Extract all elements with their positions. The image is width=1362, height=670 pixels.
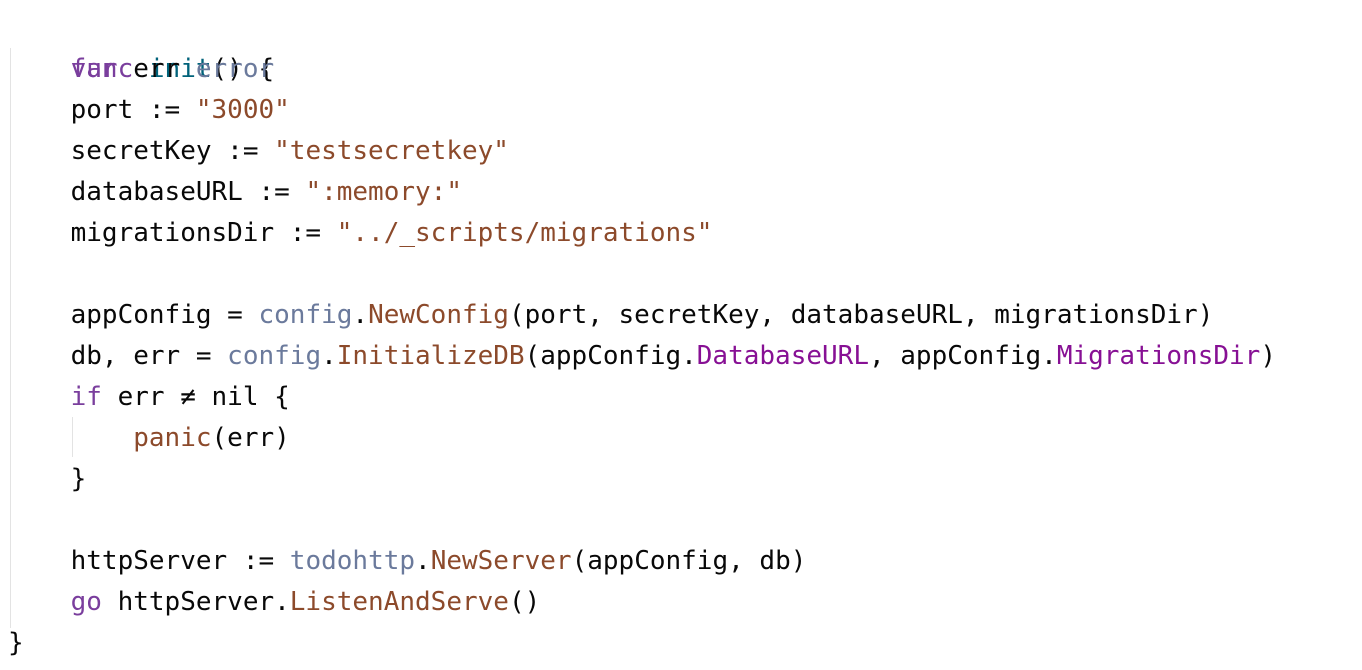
- identifier: migrationsDir: [70, 218, 275, 248]
- code-editor[interactable]: func init() { var err error port := "300…: [0, 0, 1362, 670]
- package-name: config: [227, 341, 322, 371]
- code-line-16: }: [8, 623, 24, 664]
- code-line-8: appConfig = config.NewConfig(port, secre…: [70, 300, 1214, 330]
- call-args: (): [508, 587, 541, 617]
- closing-brace: }: [70, 464, 87, 494]
- call-args: ): [1260, 341, 1276, 371]
- code-line-14: httpServer := todohttp.NewServer(appConf…: [70, 546, 807, 576]
- keyword-go: go: [70, 587, 102, 617]
- call-args: (err): [211, 423, 290, 453]
- function-call: NewConfig: [368, 300, 509, 330]
- package-name: config: [258, 300, 353, 330]
- call-args: , appConfig.: [868, 341, 1057, 371]
- string-literal: "testsecretkey": [274, 136, 509, 166]
- code-line-12: }: [8, 459, 87, 500]
- code-line-6: migrationsDir := "../_scripts/migrations…: [8, 213, 713, 254]
- function-call: InitializeDB: [336, 341, 525, 371]
- operator: :=: [227, 136, 259, 166]
- code-line-10: if err ≠ nil {: [8, 377, 290, 418]
- keyword-var: var: [70, 54, 118, 84]
- string-literal: "../_scripts/migrations": [336, 218, 713, 248]
- code-line-15: go httpServer.ListenAndServe(): [8, 582, 541, 623]
- code-line-1: func init() {: [8, 8, 275, 84]
- identifier: secretKey: [70, 136, 212, 166]
- call-args: (appConfig, db): [571, 546, 807, 576]
- code-line-9: db, err = config.InitializeDB(appConfig.…: [70, 341, 1276, 371]
- operator: =: [195, 341, 212, 371]
- code-text: err ≠ nil {: [117, 382, 290, 412]
- identifier: db, err: [70, 341, 181, 371]
- call-args: (port, secretKey, databaseURL, migration…: [508, 300, 1214, 330]
- identifier: appConfig: [70, 300, 212, 330]
- operator: =: [227, 300, 243, 330]
- identifier: databaseURL: [70, 177, 243, 207]
- call-args: (appConfig.: [524, 341, 697, 371]
- operator: :=: [148, 95, 181, 125]
- string-literal: ":memory:": [305, 177, 462, 207]
- closing-brace: }: [8, 628, 24, 658]
- code-line-4: secretKey := "testsecretkey": [8, 131, 509, 172]
- operator: :=: [242, 546, 275, 576]
- identifier: port: [70, 95, 134, 125]
- function-call: panic: [133, 423, 212, 453]
- package-name: todohttp: [289, 546, 416, 576]
- keyword-if: if: [70, 382, 102, 412]
- code-line-2: var err error: [8, 49, 275, 90]
- code-line-5: databaseURL := ":memory:": [8, 172, 462, 213]
- code-line-3: port := "3000": [8, 90, 290, 131]
- function-call: NewServer: [430, 546, 572, 576]
- string-literal: "3000": [195, 95, 290, 125]
- operator: :=: [258, 177, 290, 207]
- code-line-11: panic(err): [8, 418, 290, 459]
- function-call: ListenAndServe: [289, 587, 509, 617]
- identifier: httpServer.: [117, 587, 290, 617]
- identifier: err: [133, 54, 181, 84]
- identifier: httpServer: [70, 546, 228, 576]
- field-name: DatabaseURL: [696, 341, 869, 371]
- field-name: MigrationsDir: [1056, 341, 1261, 371]
- operator: :=: [289, 218, 322, 248]
- type-name: error: [195, 54, 275, 84]
